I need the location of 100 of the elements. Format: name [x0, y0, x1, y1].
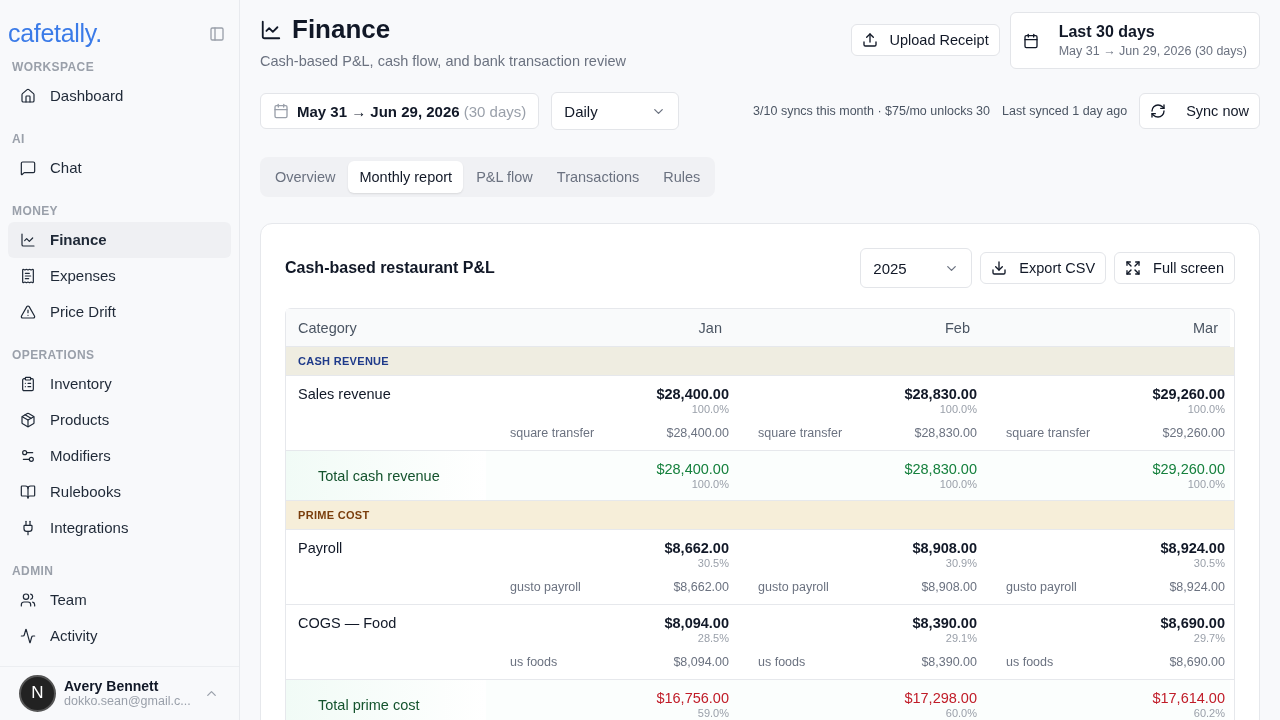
page-title: Finance [292, 14, 391, 45]
nav-group-label: AI [11, 131, 26, 148]
amount: $8,390.00 [912, 615, 977, 631]
category-cell-text: Payroll [297, 539, 344, 558]
category-cell-text: Sales revenue [297, 385, 392, 404]
source-amount: $8,690.00 [1169, 655, 1225, 669]
date-range-field[interactable]: May 31 → Jun 29, 2026 (30 days) [260, 93, 540, 129]
nav-item[interactable]: Team [8, 582, 231, 618]
total-amount: $16,756.00 [656, 690, 729, 706]
upload-receipt-button[interactable]: Upload Receipt [850, 24, 1000, 56]
nav-item[interactable]: Products [8, 402, 231, 438]
granularity-select[interactable]: Daily [551, 92, 680, 130]
warning-icon [20, 304, 36, 320]
source-name: square transfer [758, 426, 843, 440]
source-name: gusto payroll [1006, 580, 1077, 594]
total-amount: $17,298.00 [904, 690, 977, 706]
source-name: us foods [510, 655, 558, 669]
nav-item[interactable]: Finance [8, 222, 231, 258]
source-amount: $28,400.00 [666, 426, 729, 440]
source-name: gusto payroll [510, 580, 581, 594]
nav-item[interactable]: Inventory [8, 366, 231, 402]
year-select[interactable]: 2025 [860, 248, 973, 288]
nav-group-label: OPERATIONS [11, 347, 96, 364]
receipt-icon [20, 268, 36, 284]
plug-icon [20, 520, 36, 536]
book-icon [20, 484, 36, 500]
share-percent: 30.5% [1193, 557, 1225, 569]
column-header: Jan [486, 309, 734, 347]
nav-item[interactable]: Rulebooks [8, 474, 231, 510]
nav-item[interactable]: Dashboard [8, 78, 231, 114]
total-amount: $17,614.00 [1152, 690, 1225, 706]
column-header: Mar [982, 309, 1230, 347]
nav-item[interactable]: Chat [8, 150, 231, 186]
source-amount: $8,094.00 [673, 655, 729, 669]
sync-now-button[interactable]: Sync now [1139, 93, 1260, 129]
nav-item[interactable]: Modifiers [8, 438, 231, 474]
export-csv-button[interactable]: Export CSV [980, 252, 1107, 284]
amount: $28,400.00 [656, 386, 729, 402]
source-name: gusto payroll [758, 580, 829, 594]
last-synced: Last synced 1 day ago [1002, 104, 1128, 118]
source-name: us foods [758, 655, 806, 669]
tab[interactable]: Transactions [545, 161, 651, 193]
clipboard-icon [20, 376, 36, 392]
tab[interactable]: Rules [652, 161, 712, 193]
nav-item[interactable]: Activity [8, 618, 231, 654]
avatar[interactable]: N [19, 675, 56, 712]
source-name: square transfer [510, 426, 595, 440]
amount: $8,662.00 [664, 540, 729, 556]
share-percent: 30.9% [945, 557, 977, 569]
house-icon [20, 88, 36, 104]
nav-item[interactable]: Integrations [8, 510, 231, 546]
column-header: Feb [734, 309, 982, 347]
amount: $8,908.00 [912, 540, 977, 556]
nav-item[interactable]: Expenses [8, 258, 231, 294]
source-amount: $8,390.00 [921, 655, 977, 669]
source-amount: $8,924.00 [1169, 580, 1225, 594]
sliders-icon [20, 448, 36, 464]
share-percent: 59.0% [697, 707, 729, 719]
tab[interactable]: P&L flow [465, 161, 544, 193]
amount: $28,830.00 [904, 386, 977, 402]
nav-group-label: MONEY [11, 203, 59, 220]
share-percent: 28.5% [697, 632, 729, 644]
share-percent: 100.0% [939, 478, 977, 490]
share-percent: 29.1% [945, 632, 977, 644]
tab[interactable]: Overview [264, 161, 347, 193]
full-screen-button[interactable]: Full screen [1114, 252, 1235, 284]
sidebar-toggle-icon[interactable] [209, 26, 225, 42]
amount: $8,924.00 [1160, 540, 1225, 556]
line-chart-icon [260, 18, 282, 41]
source-name: square transfer [1006, 426, 1091, 440]
calendar-icon [1022, 32, 1039, 49]
nav-item[interactable]: Price Drift [8, 294, 231, 330]
share-percent: 100.0% [939, 403, 977, 415]
date-range-card[interactable]: Last 30 days May 31 → Jun 29, 2026 (30 days) [1009, 12, 1260, 69]
column-header: Category [286, 309, 486, 347]
upload-icon [861, 32, 878, 48]
section-label: PRIME COST [298, 509, 370, 521]
user-name: Avery Bennett [64, 678, 160, 695]
tab[interactable]: Monthly report [348, 161, 464, 193]
refresh-icon [1150, 103, 1167, 119]
share-percent: 29.7% [1193, 632, 1225, 644]
chat-bubble-icon [20, 160, 36, 176]
share-percent: 100.0% [1187, 478, 1225, 490]
download-icon [991, 260, 1008, 276]
share-percent: 60.0% [945, 707, 977, 719]
page-subtitle: Cash-based P&L, cash flow, and bank transaction review [260, 53, 626, 69]
amount: $29,260.00 [1152, 386, 1225, 402]
section-label: CASH REVENUE [298, 355, 389, 367]
report-title: Cash-based restaurant P&L [285, 259, 495, 277]
total-amount: $29,260.00 [1152, 461, 1225, 477]
source-amount: $8,908.00 [921, 580, 977, 594]
total-amount: $28,400.00 [656, 461, 729, 477]
share-percent: 30.5% [697, 557, 729, 569]
nav-group-label: ADMIN [11, 563, 55, 580]
pulse-icon [20, 628, 36, 644]
users-icon [20, 592, 36, 608]
source-name: us foods [1006, 655, 1054, 669]
nav-group-label: WORKSPACE [11, 59, 96, 76]
share-percent: 100.0% [1187, 403, 1225, 415]
calendar-icon [273, 103, 289, 119]
